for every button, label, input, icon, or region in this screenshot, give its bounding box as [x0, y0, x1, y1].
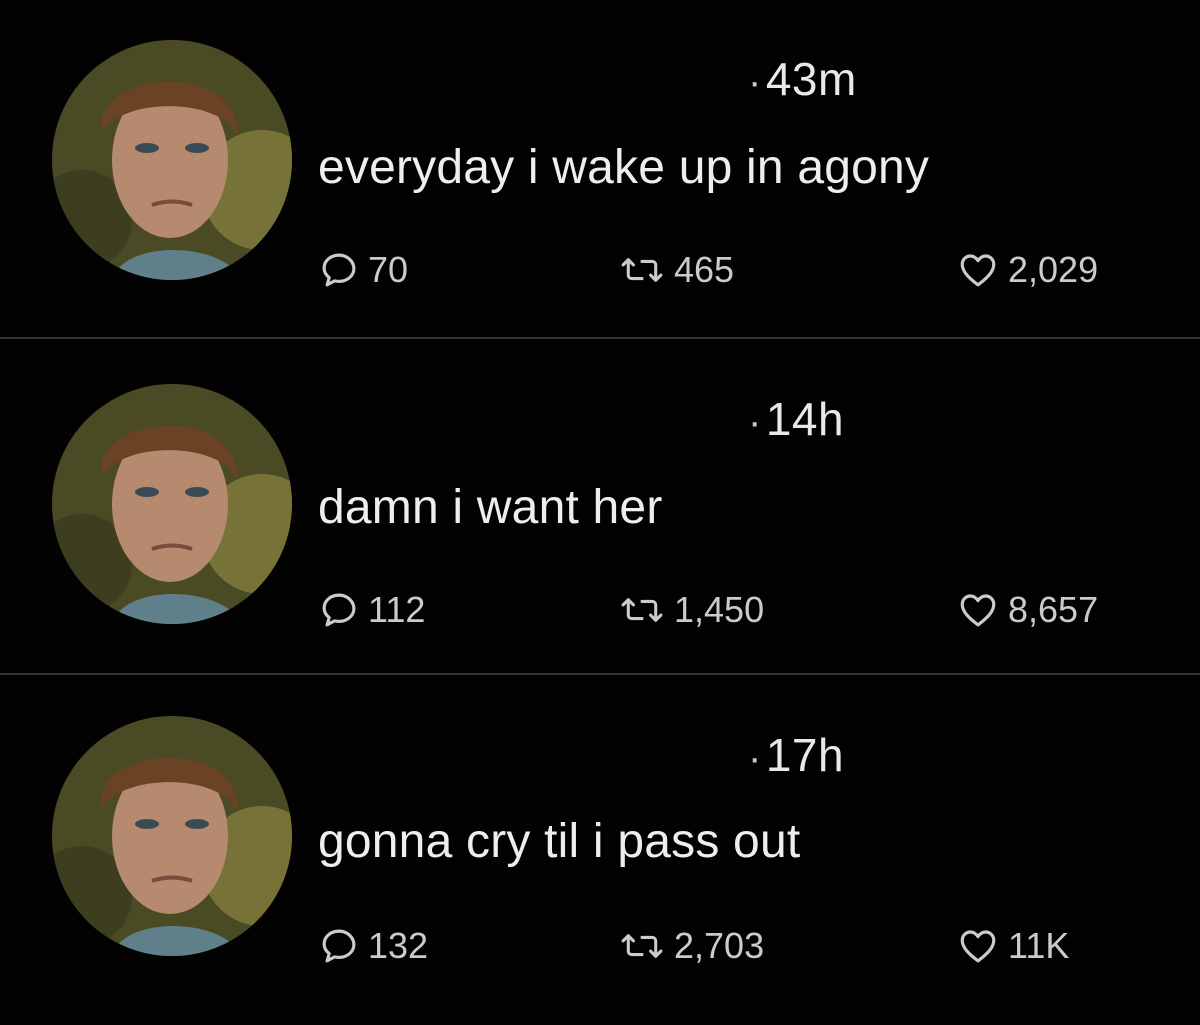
avatar-image — [52, 40, 292, 280]
timestamp-text: 17h — [765, 729, 845, 781]
reply-button[interactable]: 132 — [318, 916, 428, 976]
retweet-icon — [621, 598, 663, 622]
tweet[interactable]: ·14h damn i want her 112 1,450 8,657 — [0, 340, 1200, 676]
reply-icon — [322, 929, 356, 963]
retweet-icon — [621, 934, 663, 958]
reply-button[interactable]: 70 — [318, 240, 408, 300]
tweet[interactable]: ·43m everyday i wake up in agony 70 465 … — [0, 0, 1200, 336]
avatar[interactable] — [52, 384, 292, 624]
redacted-handle — [318, 756, 728, 766]
tweet-actions: 70 465 2,029 — [318, 240, 1178, 300]
heart-icon — [960, 254, 996, 287]
timestamp[interactable]: ·17h — [748, 728, 844, 782]
divider — [0, 337, 1200, 339]
tweet[interactable]: ·17h gonna cry til i pass out 132 2,703 … — [0, 676, 1200, 1025]
reply-icon — [322, 593, 356, 627]
like-button[interactable]: 11K — [956, 916, 1069, 976]
retweet-icon — [621, 258, 663, 282]
timestamp[interactable]: ·14h — [748, 392, 844, 446]
redacted-handle — [318, 420, 728, 430]
timestamp[interactable]: ·43m — [748, 52, 857, 106]
retweet-count: 2,703 — [674, 925, 765, 966]
heart-icon — [960, 594, 996, 627]
reply-icon — [322, 253, 356, 287]
retweet-count: 1,450 — [674, 589, 765, 630]
like-button[interactable]: 2,029 — [956, 240, 1098, 300]
timestamp-text: 14h — [765, 393, 845, 445]
tweet-meta: ·14h — [318, 393, 1118, 448]
reply-count: 112 — [368, 589, 426, 630]
tweet-actions: 112 1,450 8,657 — [318, 580, 1178, 640]
tweet-meta: ·43m — [318, 53, 1118, 108]
retweet-button[interactable]: 1,450 — [618, 580, 764, 640]
divider — [0, 673, 1200, 675]
timestamp-text: 43m — [765, 53, 857, 105]
tweet-meta: ·17h — [318, 729, 1118, 784]
heart-icon — [960, 930, 996, 963]
avatar[interactable] — [52, 40, 292, 280]
like-button[interactable]: 8,657 — [956, 580, 1098, 640]
reply-count: 70 — [368, 249, 409, 290]
avatar-image — [52, 716, 292, 956]
retweet-button[interactable]: 2,703 — [618, 916, 764, 976]
tweet-text: damn i want her — [318, 481, 663, 534]
tweet-text: everyday i wake up in agony — [318, 141, 930, 194]
reply-count: 132 — [368, 925, 429, 966]
like-count: 11K — [1008, 925, 1070, 966]
like-count: 2,029 — [1008, 249, 1099, 290]
avatar-image — [52, 384, 292, 624]
redacted-handle — [318, 80, 728, 90]
tweet-text: gonna cry til i pass out — [318, 815, 801, 868]
retweet-count: 465 — [674, 249, 735, 290]
retweet-button[interactable]: 465 — [618, 240, 734, 300]
tweet-actions: 132 2,703 11K — [318, 916, 1178, 976]
like-count: 8,657 — [1008, 589, 1099, 630]
reply-button[interactable]: 112 — [318, 580, 425, 640]
avatar[interactable] — [52, 716, 292, 956]
